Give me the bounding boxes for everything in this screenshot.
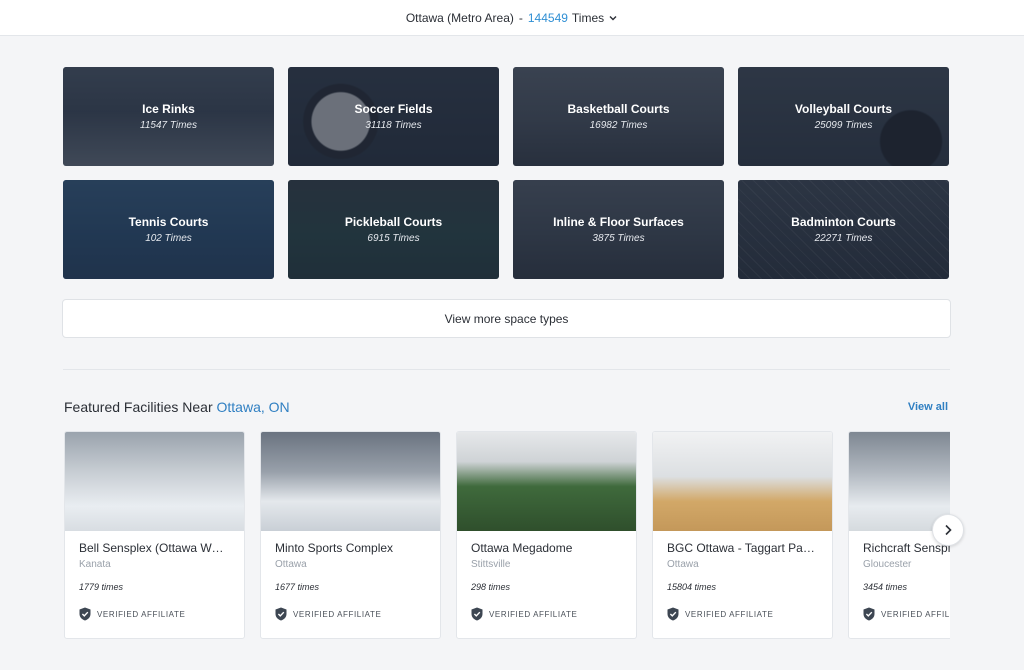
space-type-name: Inline & Floor Surfaces: [553, 215, 684, 229]
space-type-tennis-courts[interactable]: Tennis Courts 102 Times: [63, 180, 274, 279]
space-type-times: 102 Times: [145, 233, 192, 244]
total-count: 144549: [527, 10, 568, 25]
view-more-space-types-button[interactable]: View more space types: [62, 299, 951, 338]
facility-card[interactable]: BGC Ottawa - Taggart Parkes Ottawa 15804…: [652, 431, 833, 639]
facility-area: Ottawa: [275, 559, 307, 570]
space-type-ice-rinks[interactable]: Ice Rinks 11547 Times: [63, 67, 274, 166]
space-type-basketball-courts[interactable]: Basketball Courts 16982 Times: [513, 67, 724, 166]
facility-name: BGC Ottawa - Taggart Parkes: [667, 541, 818, 555]
space-type-times: 3875 Times: [592, 233, 645, 244]
verified-label: VERIFIED AFFILIATE: [489, 609, 578, 619]
section-divider: [63, 369, 950, 370]
shield-check-icon: [863, 607, 875, 621]
facility-area: Kanata: [79, 559, 111, 570]
verified-label: VERIFIED AFFILIATE: [293, 609, 382, 619]
space-type-name: Badminton Courts: [791, 215, 896, 229]
shield-check-icon: [667, 607, 679, 621]
space-type-times: 22271 Times: [814, 233, 873, 244]
facility-times: 1779 times: [79, 582, 124, 592]
facility-card[interactable]: Ottawa Megadome Stittsville 298 times VE…: [456, 431, 637, 639]
facility-photo: [457, 432, 636, 531]
featured-carousel: Bell Sensplex (Ottawa West) Kanata 1779 …: [64, 431, 950, 641]
featured-city-link[interactable]: Ottawa, ON: [217, 399, 290, 415]
facility-times: 3454 times: [863, 582, 908, 592]
space-type-name: Ice Rinks: [142, 102, 195, 116]
space-type-volleyball-courts[interactable]: Volleyball Courts 25099 Times: [738, 67, 949, 166]
header-separator: -: [518, 10, 523, 25]
space-type-inline-floor-surfaces[interactable]: Inline & Floor Surfaces 3875 Times: [513, 180, 724, 279]
facility-photo: [849, 432, 950, 531]
space-type-name: Tennis Courts: [128, 215, 209, 229]
facility-times: 15804 times: [667, 582, 717, 592]
verified-badge: VERIFIED AFFILIATE: [275, 607, 426, 621]
facility-area: Ottawa: [667, 559, 699, 570]
space-type-times: 6915 Times: [367, 233, 420, 244]
featured-title-prefix: Featured Facilities Near: [64, 399, 213, 415]
facility-name: Minto Sports Complex: [275, 541, 394, 555]
facility-card[interactable]: Bell Sensplex (Ottawa West) Kanata 1779 …: [64, 431, 245, 639]
carousel-next-button[interactable]: [932, 514, 964, 546]
space-type-name: Volleyball Courts: [794, 102, 893, 116]
facility-name: Richcraft Sensplex: [863, 541, 950, 555]
facility-card[interactable]: Minto Sports Complex Ottawa 1677 times V…: [260, 431, 441, 639]
verified-badge: VERIFIED AFFILIATE: [471, 607, 622, 621]
facility-area: Gloucester: [863, 559, 912, 570]
space-type-times: 25099 Times: [814, 120, 873, 131]
featured-section-title: Featured Facilities Near Ottawa, ON: [64, 399, 290, 415]
shield-check-icon: [79, 607, 91, 621]
view-all-link[interactable]: View all: [908, 401, 948, 413]
space-type-times: 16982 Times: [589, 120, 648, 131]
facility-name: Ottawa Megadome: [471, 541, 573, 555]
verified-label: VERIFIED AFFILIATE: [881, 609, 950, 619]
chevron-right-icon: [945, 524, 952, 536]
location-selector[interactable]: Ottawa (Metro Area): [406, 11, 514, 25]
facility-photo: [653, 432, 832, 531]
verified-badge: VERIFIED AFFILIATE: [667, 607, 818, 621]
space-type-name: Basketball Courts: [567, 102, 670, 116]
verified-badge: VERIFIED AFFILIATE: [863, 607, 950, 621]
facility-times: 1677 times: [275, 582, 320, 592]
verified-badge: VERIFIED AFFILIATE: [79, 607, 230, 621]
shield-check-icon: [471, 607, 483, 621]
facility-name: Bell Sensplex (Ottawa West): [79, 541, 230, 555]
top-bar: Ottawa (Metro Area) - 144549 Times: [0, 0, 1024, 36]
verified-label: VERIFIED AFFILIATE: [685, 609, 774, 619]
facility-area: Stittsville: [471, 559, 511, 570]
facility-photo: [65, 432, 244, 531]
chevron-down-icon[interactable]: [608, 13, 618, 23]
space-type-pickleball-courts[interactable]: Pickleball Courts 6915 Times: [288, 180, 499, 279]
verified-label: VERIFIED AFFILIATE: [97, 609, 186, 619]
space-type-name: Pickleball Courts: [344, 215, 443, 229]
space-type-badminton-courts[interactable]: Badminton Courts 22271 Times: [738, 180, 949, 279]
space-type-grid: Ice Rinks 11547 Times Soccer Fields 3111…: [63, 67, 950, 279]
space-type-times: 31118 Times: [365, 120, 422, 131]
space-type-name: Soccer Fields: [354, 102, 433, 116]
total-unit: Times: [571, 10, 605, 25]
space-type-soccer-fields[interactable]: Soccer Fields 31118 Times: [288, 67, 499, 166]
facility-times: 298 times: [471, 582, 511, 592]
shield-check-icon: [275, 607, 287, 621]
facility-photo: [261, 432, 440, 531]
space-type-times: 11547 Times: [140, 120, 197, 131]
